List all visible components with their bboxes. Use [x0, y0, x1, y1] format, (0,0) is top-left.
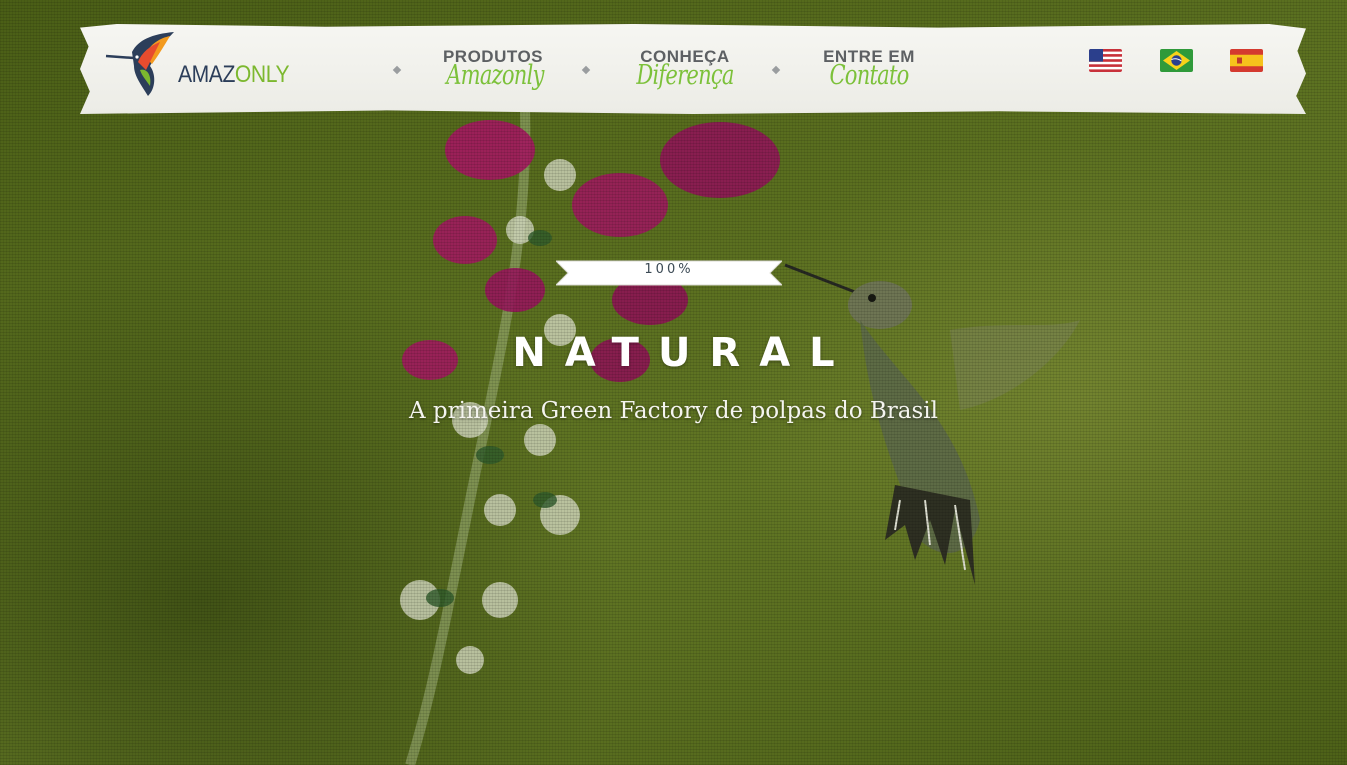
hero-title: NATURAL — [512, 330, 854, 376]
spain-flag-icon[interactable] — [1230, 49, 1263, 72]
nav-produtos-bottom: Amazonly — [446, 60, 544, 91]
brand-name-part1: AMAZ — [178, 61, 235, 88]
hummingbird — [784, 263, 1080, 585]
hero-subtitle: A primeira Green Factory de polpas do Br… — [408, 398, 938, 424]
hero-illustration — [400, 39, 1080, 765]
nav-contato-bottom: Contato — [829, 60, 909, 91]
nav-contato[interactable]: ENTRE EM Contato — [806, 48, 932, 91]
nav-produtos[interactable]: PRODUTOS Amazonly — [433, 48, 553, 91]
brazil-flag-icon[interactable] — [1160, 49, 1193, 72]
us-flag-icon[interactable] — [1089, 49, 1122, 72]
badge-text: 100% — [644, 262, 694, 277]
brand-wordmark: AMAZONLY — [178, 61, 290, 89]
nav-conheca-bottom: Diferença — [636, 60, 734, 91]
brand-logo[interactable]: AMAZONLY — [104, 30, 304, 98]
hero-background — [0, 0, 1347, 765]
brand-name-part2: ONLY — [234, 61, 290, 88]
nav-conheca[interactable]: CONHEÇA Diferença — [621, 48, 749, 91]
hummingbird-logo-icon — [105, 32, 174, 96]
